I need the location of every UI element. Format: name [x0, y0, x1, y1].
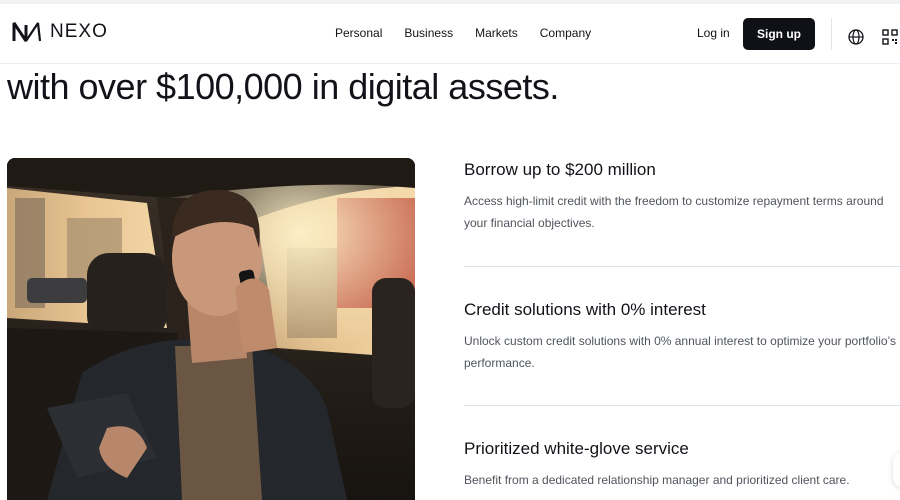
nav-item-personal[interactable]: Personal — [335, 26, 382, 40]
feature-service: Prioritized white-glove service Benefit … — [464, 439, 900, 491]
hero-photo — [7, 158, 415, 500]
brand-name: NEXO — [50, 21, 108, 42]
feature-divider — [464, 405, 900, 406]
header-divider — [831, 18, 832, 50]
feature-credit: Credit solutions with 0% interest Unlock… — [464, 300, 900, 374]
login-link[interactable]: Log in — [697, 26, 730, 40]
globe-icon[interactable] — [848, 29, 864, 45]
nexo-logo-icon — [12, 22, 42, 42]
signup-button[interactable]: Sign up — [743, 18, 815, 50]
qr-code-icon[interactable] — [882, 29, 898, 45]
hero-title: with over $100,000 in digital assets. — [7, 66, 559, 107]
page: NEXO Personal Business Markets Company L… — [0, 0, 900, 500]
feature-description: Unlock custom credit solutions with 0% a… — [464, 334, 896, 370]
feature-divider — [464, 266, 900, 267]
feature-title: Credit solutions with 0% interest — [464, 300, 706, 319]
top-header: NEXO Personal Business Markets Company L… — [0, 0, 900, 64]
main-nav: Personal Business Markets Company — [335, 26, 591, 40]
feature-title: Borrow up to $200 million — [464, 160, 656, 179]
brand-logo[interactable]: NEXO — [12, 21, 108, 43]
floating-chat-button[interactable] — [893, 452, 900, 488]
nav-item-company[interactable]: Company — [540, 26, 591, 40]
nav-item-markets[interactable]: Markets — [475, 26, 518, 40]
feature-borrow: Borrow up to $200 million Access high-li… — [464, 160, 900, 234]
man-in-car-photo — [7, 158, 415, 500]
feature-description: Benefit from a dedicated relationship ma… — [464, 473, 850, 487]
feature-description: Access high-limit credit with the freedo… — [464, 194, 884, 230]
feature-title: Prioritized white-glove service — [464, 439, 689, 458]
nav-item-business[interactable]: Business — [404, 26, 453, 40]
